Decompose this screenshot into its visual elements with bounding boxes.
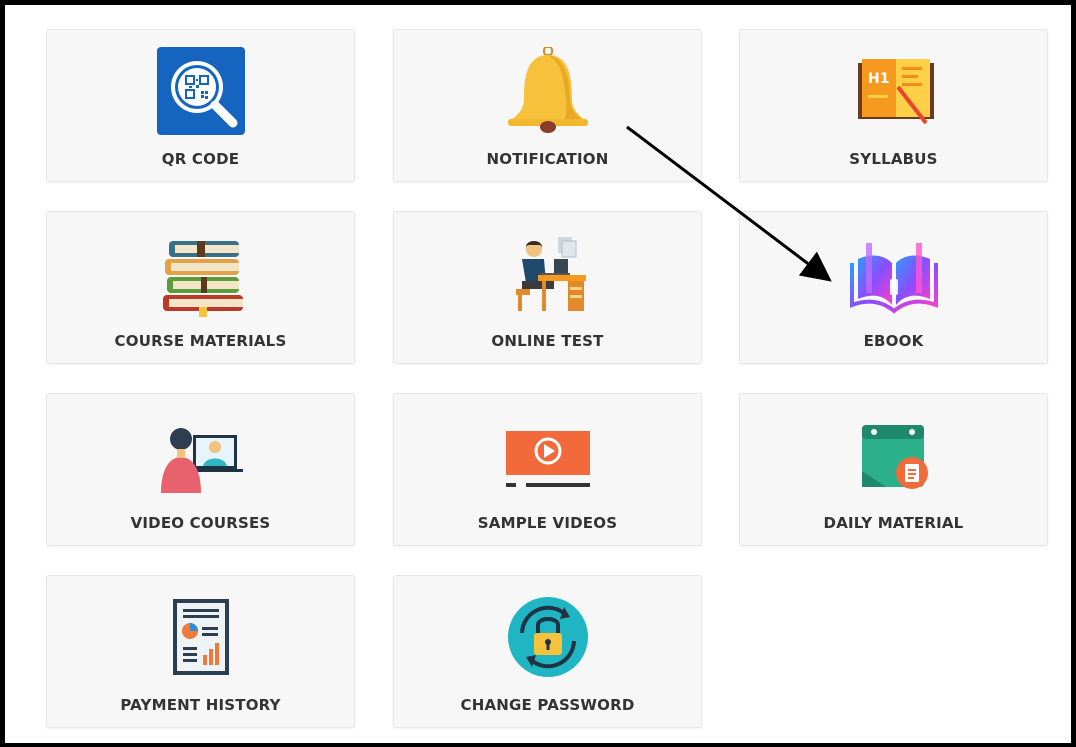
tile-label: VIDEO COURSES	[130, 514, 271, 532]
video-call-icon	[156, 410, 246, 500]
tile-course-materials[interactable]: COURSE MATERIALS	[46, 211, 355, 364]
tile-qr-code[interactable]: QR CODE	[46, 29, 355, 182]
svg-text:H1: H1	[868, 71, 889, 87]
tile-label: SYLLABUS	[849, 150, 938, 168]
report-chart-icon	[156, 592, 246, 682]
tile-label: NOTIFICATION	[486, 150, 609, 168]
tile-syllabus[interactable]: H1 SYLLABUS	[739, 29, 1048, 182]
tile-change-password[interactable]: CHANGE PASSWORD	[393, 575, 702, 728]
qr-code-icon	[156, 46, 246, 136]
dashboard-frame: QR CODE NOTIFICATION H1 SYLLABUS COURSE …	[0, 0, 1076, 747]
tile-ebook[interactable]: EBOOK	[739, 211, 1048, 364]
tile-label: PAYMENT HISTORY	[120, 696, 281, 714]
open-ebook-icon	[849, 228, 939, 318]
tile-notification[interactable]: NOTIFICATION	[393, 29, 702, 182]
books-stack-icon	[156, 228, 246, 318]
tile-label: COURSE MATERIALS	[114, 332, 287, 350]
tile-label: DAILY MATERIAL	[823, 514, 964, 532]
play-video-icon	[503, 410, 593, 500]
person-at-desk-icon	[503, 228, 593, 318]
tile-label: SAMPLE VIDEOS	[477, 514, 618, 532]
tile-label: CHANGE PASSWORD	[460, 696, 635, 714]
syllabus-book-icon: H1	[849, 46, 939, 136]
tile-video-courses[interactable]: VIDEO COURSES	[46, 393, 355, 546]
tile-label: QR CODE	[161, 150, 240, 168]
bell-icon	[503, 46, 593, 136]
tile-online-test[interactable]: ONLINE TEST	[393, 211, 702, 364]
lock-refresh-icon	[503, 592, 593, 682]
calendar-document-icon	[849, 410, 939, 500]
tile-payment-history[interactable]: PAYMENT HISTORY	[46, 575, 355, 728]
tile-sample-videos[interactable]: SAMPLE VIDEOS	[393, 393, 702, 546]
tile-label: ONLINE TEST	[491, 332, 604, 350]
tile-label: EBOOK	[863, 332, 924, 350]
tile-daily-material[interactable]: DAILY MATERIAL	[739, 393, 1048, 546]
